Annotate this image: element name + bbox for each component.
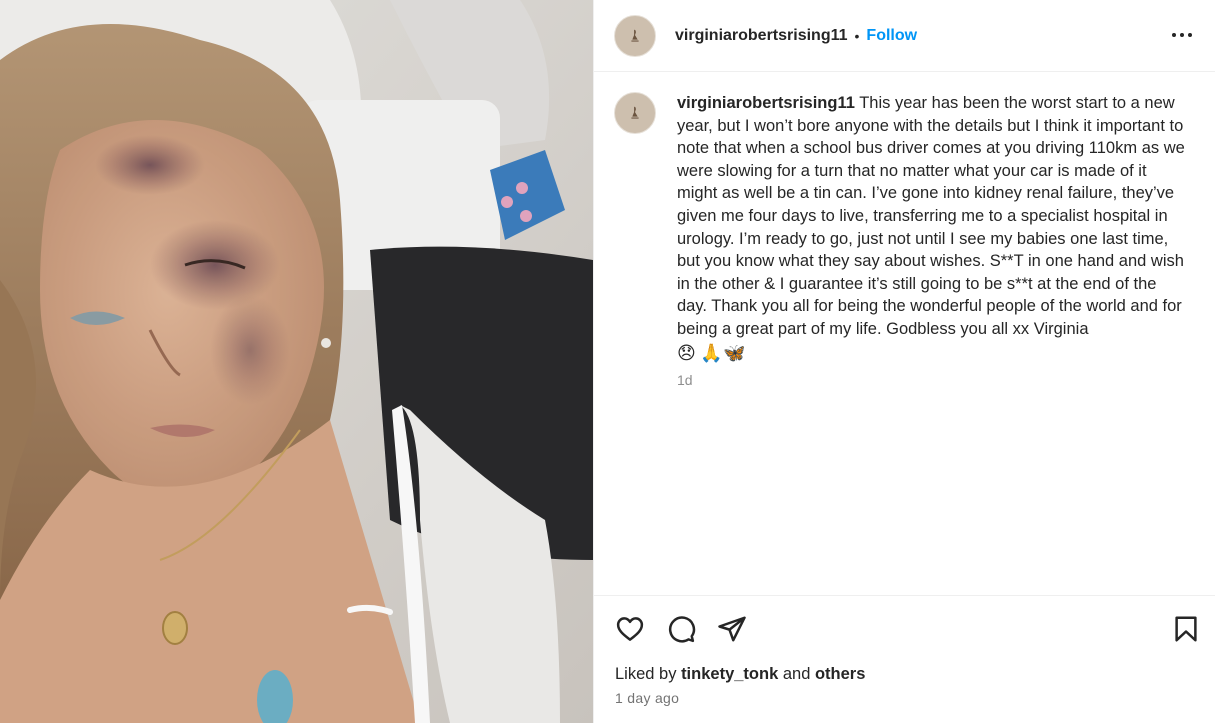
profile-logo-icon xyxy=(631,106,639,119)
butterfly-icon: 🦋 xyxy=(723,342,746,363)
caption-row: virginiarobertsrising11 This year has be… xyxy=(614,92,1196,388)
likes-prefix: Liked by xyxy=(615,665,677,683)
caption-body: virginiarobertsrising11 This year has be… xyxy=(677,92,1187,388)
caption-text-block: virginiarobertsrising11 This year has be… xyxy=(677,92,1187,364)
separator-dot: • xyxy=(854,27,860,44)
more-options-icon[interactable] xyxy=(1169,22,1195,48)
caption-avatar[interactable] xyxy=(614,92,656,134)
likes-line: Liked by tinkety_tonk and others xyxy=(594,665,1215,684)
caption-emojis: 😞 🙏🦋 xyxy=(677,342,746,363)
heart-icon[interactable] xyxy=(614,613,646,645)
follow-button[interactable]: Follow xyxy=(866,27,917,45)
likes-and: and xyxy=(782,665,811,683)
bookmark-icon[interactable] xyxy=(1170,613,1202,645)
caption-text: This year has been the worst start to a … xyxy=(677,94,1185,338)
post-timestamp[interactable]: 1 day ago xyxy=(594,690,1215,706)
actions-area: Liked by tinkety_tonk and others 1 day a… xyxy=(594,595,1215,723)
likes-others-link[interactable]: others xyxy=(815,665,865,683)
paper-plane-icon[interactable] xyxy=(716,613,748,645)
folded-hands-icon: 🙏 xyxy=(700,342,723,363)
caption-time[interactable]: 1d xyxy=(677,372,1187,388)
profile-logo-icon xyxy=(631,29,639,42)
caption-area: virginiarobertsrising11 This year has be… xyxy=(594,72,1215,595)
disappointed-face-icon: 😞 xyxy=(677,342,696,363)
comment-icon[interactable] xyxy=(665,613,697,645)
post-header: virginiarobertsrising11 • Follow xyxy=(594,0,1215,72)
avatar[interactable] xyxy=(614,14,656,57)
post-photo[interactable] xyxy=(0,0,593,723)
post-panel: virginiarobertsrising11 • Follow virgini… xyxy=(593,0,1215,723)
caption-username[interactable]: virginiarobertsrising11 xyxy=(677,94,855,112)
post-username[interactable]: virginiarobertsrising11 xyxy=(675,27,848,45)
likes-user-link[interactable]: tinkety_tonk xyxy=(681,665,778,683)
action-bar xyxy=(594,596,1215,662)
post-image xyxy=(0,0,593,723)
